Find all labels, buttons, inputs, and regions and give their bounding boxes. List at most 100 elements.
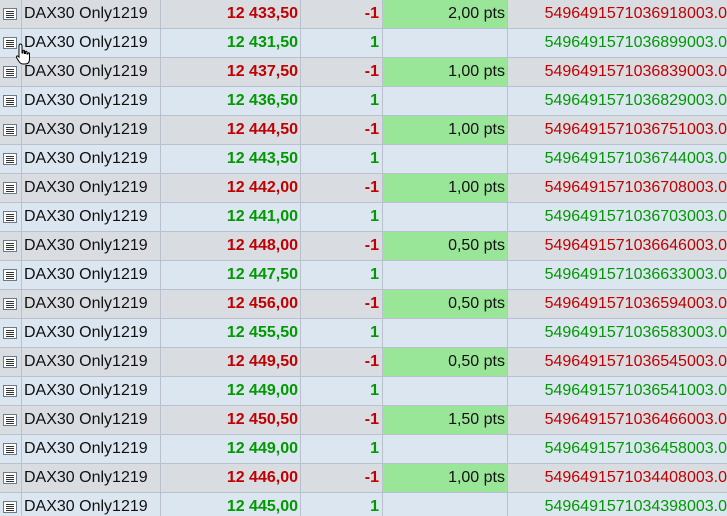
row-icon-cell[interactable] — [0, 406, 22, 434]
row-icon-cell[interactable] — [0, 116, 22, 144]
points-cell: 0,50 pts — [383, 232, 508, 260]
document-icon[interactable] — [3, 66, 17, 78]
document-icon[interactable] — [3, 95, 17, 107]
document-icon[interactable] — [3, 501, 17, 513]
points-cell: 1,00 pts — [383, 174, 508, 202]
order-id-cell: 5496491571036541003.0 — [544, 382, 727, 399]
row-icon-cell[interactable] — [0, 464, 22, 492]
row-icon-cell[interactable] — [0, 493, 22, 516]
document-icon[interactable] — [3, 356, 17, 368]
document-icon[interactable] — [3, 327, 17, 339]
instrument-name: DAX30 Only1219 — [22, 261, 161, 289]
instrument-name: DAX30 Only1219 — [22, 87, 161, 115]
row-icon-cell[interactable] — [0, 348, 22, 376]
table-row[interactable]: DAX30 Only1219 12 442,00 -1 1,00 pts 5496491… — [0, 174, 727, 203]
row-icon-cell[interactable] — [0, 174, 22, 202]
table-row[interactable]: DAX30 Only1219 12 450,50 -1 1,50 pts 5496491… — [0, 406, 727, 435]
table-row[interactable]: DAX30 Only1219 12 444,50 -1 1,00 pts 5496491… — [0, 116, 727, 145]
document-icon[interactable] — [3, 8, 17, 20]
instrument-name: DAX30 Only1219 — [22, 406, 161, 434]
row-icon-cell[interactable] — [0, 0, 22, 28]
document-icon[interactable] — [3, 211, 17, 223]
table-row[interactable]: DAX30 Only1219 12 449,50 -1 0,50 pts 5496491… — [0, 348, 727, 377]
quantity-cell: 1 — [301, 319, 383, 347]
table-row[interactable]: DAX30 Only1219 12 441,00 1 5496491571036703… — [0, 203, 727, 232]
points-cell: 2,00 pts — [383, 0, 508, 28]
table-row[interactable]: DAX30 Only1219 12 443,50 1 5496491571036744… — [0, 145, 727, 174]
price-cell: 12 446,00 — [161, 464, 301, 492]
order-id-cell: 5496491571036703003.0 — [544, 208, 727, 225]
instrument-name: DAX30 Only1219 — [22, 377, 161, 405]
order-id-cell: 5496491571036458003.0 — [544, 440, 727, 457]
row-icon-cell[interactable] — [0, 319, 22, 347]
table-row[interactable]: DAX30 Only1219 12 448,00 -1 0,50 pts 5496491… — [0, 232, 727, 261]
row-icon-cell[interactable] — [0, 377, 22, 405]
instrument-name: DAX30 Only1219 — [22, 290, 161, 318]
quantity-cell: -1 — [301, 232, 383, 260]
order-id-cell: 5496491571036646003.0 — [544, 237, 727, 254]
quantity-cell: 1 — [301, 377, 383, 405]
order-id-cell: 5496491571034398003.0 — [544, 498, 727, 515]
table-row[interactable]: DAX30 Only1219 12 446,00 -1 1,00 pts 5496491… — [0, 464, 727, 493]
row-icon-cell[interactable] — [0, 290, 22, 318]
instrument-name: DAX30 Only1219 — [22, 145, 161, 173]
points-cell: 1,00 pts — [383, 464, 508, 492]
document-icon[interactable] — [3, 298, 17, 310]
quantity-cell: -1 — [301, 464, 383, 492]
points-cell: 1,00 pts — [383, 116, 508, 144]
price-cell: 12 436,50 — [161, 87, 301, 115]
order-id-cell: 5496491571036594003.0 — [544, 295, 727, 312]
table-row[interactable]: DAX30 Only1219 12 431,50 1 5496491571036899… — [0, 29, 727, 58]
price-cell: 12 437,50 — [161, 58, 301, 86]
quantity-cell: 1 — [301, 87, 383, 115]
price-cell: 12 449,50 — [161, 348, 301, 376]
table-row[interactable]: DAX30 Only1219 12 449,00 1 5496491571036541… — [0, 377, 727, 406]
table-row[interactable]: DAX30 Only1219 12 436,50 1 5496491571036829… — [0, 87, 727, 116]
row-icon-cell[interactable] — [0, 232, 22, 260]
trades-grid: DAX30 Only1219 12 433,50 -1 2,00 pts 5496491… — [0, 0, 727, 516]
table-row[interactable]: DAX30 Only1219 12 447,50 1 5496491571036633… — [0, 261, 727, 290]
document-icon[interactable] — [3, 385, 17, 397]
document-icon[interactable] — [3, 153, 17, 165]
table-row[interactable]: DAX30 Only1219 12 449,00 1 5496491571036458… — [0, 435, 727, 464]
quantity-cell: -1 — [301, 406, 383, 434]
instrument-name: DAX30 Only1219 — [22, 29, 161, 57]
price-cell: 12 449,00 — [161, 435, 301, 463]
row-icon-cell[interactable] — [0, 435, 22, 463]
instrument-name: DAX30 Only1219 — [22, 0, 161, 28]
price-cell: 12 455,50 — [161, 319, 301, 347]
row-icon-cell[interactable] — [0, 261, 22, 289]
document-icon[interactable] — [3, 124, 17, 136]
order-id-cell: 5496491571036466003.0 — [544, 411, 727, 428]
points-cell: 0,50 pts — [383, 290, 508, 318]
points-cell — [383, 261, 508, 289]
document-icon[interactable] — [3, 182, 17, 194]
points-cell: 0,50 pts — [383, 348, 508, 376]
price-cell: 12 447,50 — [161, 261, 301, 289]
price-cell: 12 448,00 — [161, 232, 301, 260]
instrument-name: DAX30 Only1219 — [22, 58, 161, 86]
document-icon[interactable] — [3, 472, 17, 484]
price-cell: 12 450,50 — [161, 406, 301, 434]
table-row[interactable]: DAX30 Only1219 12 456,00 -1 0,50 pts 5496491… — [0, 290, 727, 319]
price-cell: 12 456,00 — [161, 290, 301, 318]
order-id-cell: 5496491571036583003.0 — [544, 324, 727, 341]
document-icon[interactable] — [3, 269, 17, 281]
table-row[interactable]: DAX30 Only1219 12 433,50 -1 2,00 pts 5496491… — [0, 0, 727, 29]
instrument-name: DAX30 Only1219 — [22, 174, 161, 202]
row-icon-cell[interactable] — [0, 145, 22, 173]
document-icon[interactable] — [3, 443, 17, 455]
document-icon[interactable] — [3, 414, 17, 426]
row-icon-cell[interactable] — [0, 203, 22, 231]
points-cell — [383, 203, 508, 231]
price-cell: 12 443,50 — [161, 145, 301, 173]
table-row[interactable]: DAX30 Only1219 12 437,50 -1 1,00 pts 5496491… — [0, 58, 727, 87]
quantity-cell: -1 — [301, 0, 383, 28]
order-id-cell: 5496491571036899003.0 — [544, 34, 727, 51]
document-icon[interactable] — [3, 240, 17, 252]
instrument-name: DAX30 Only1219 — [22, 319, 161, 347]
table-row[interactable]: DAX30 Only1219 12 455,50 1 5496491571036583… — [0, 319, 727, 348]
quantity-cell: 1 — [301, 29, 383, 57]
table-row[interactable]: DAX30 Only1219 12 445,00 1 5496491571034398… — [0, 493, 727, 516]
row-icon-cell[interactable] — [0, 87, 22, 115]
